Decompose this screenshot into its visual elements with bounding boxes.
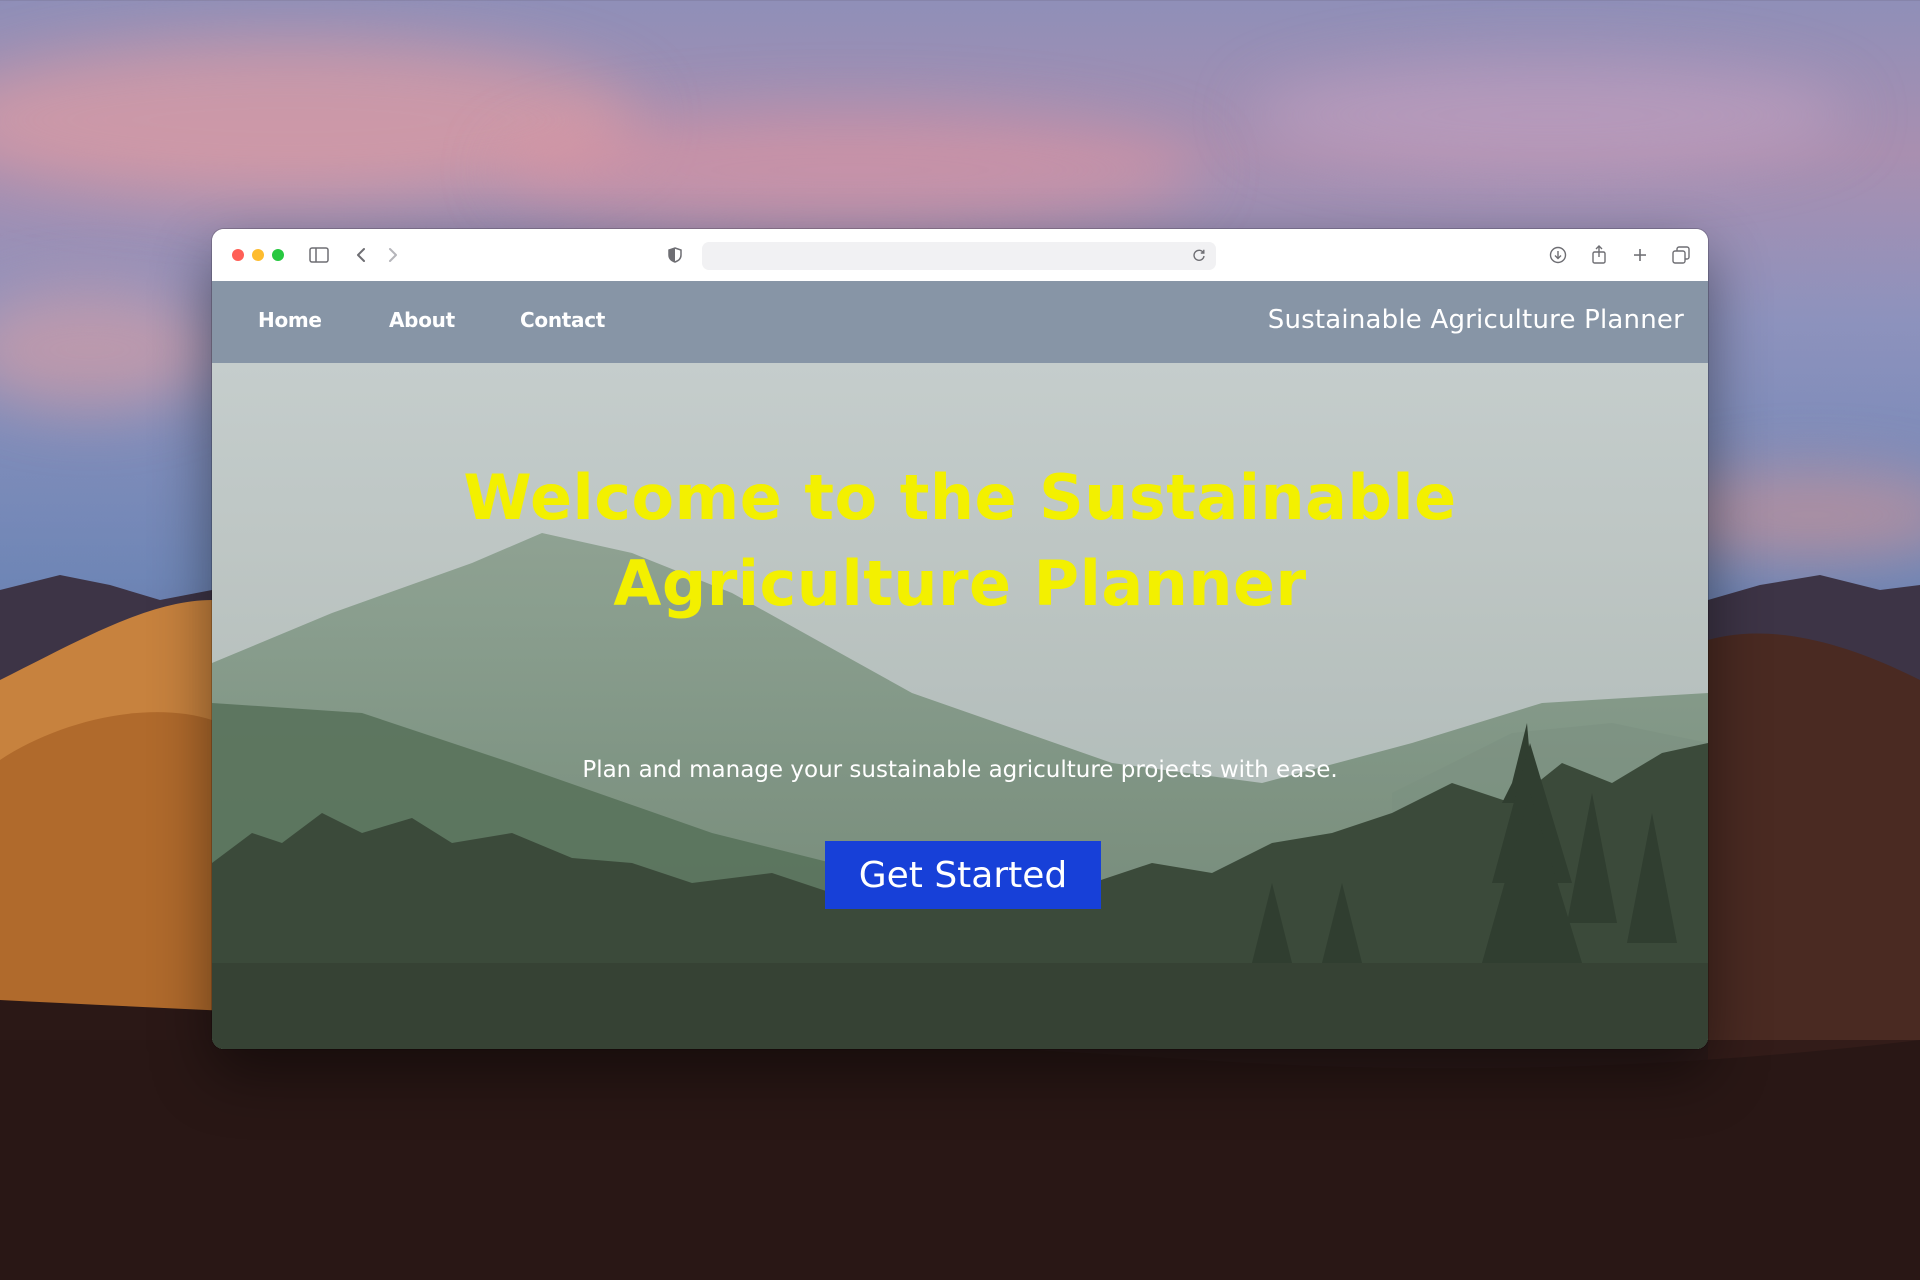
download-icon[interactable]: [1545, 242, 1571, 268]
nav-link-contact[interactable]: Contact: [520, 308, 605, 332]
site-title: Sustainable Agriculture Planner: [1267, 305, 1684, 335]
back-icon[interactable]: [348, 242, 374, 268]
minimize-window-button[interactable]: [252, 249, 264, 261]
web-page: Home About Contact Sustainable Agricultu…: [212, 281, 1708, 1049]
site-navbar: Home About Contact Sustainable Agricultu…: [212, 281, 1708, 363]
hero-title: Welcome to the Sustainable Agriculture P…: [463, 461, 1457, 620]
hero-content: Welcome to the Sustainable Agriculture P…: [212, 363, 1708, 1049]
nav-link-about[interactable]: About: [389, 308, 455, 332]
address-bar[interactable]: [702, 242, 1216, 270]
new-tab-icon[interactable]: [1627, 242, 1653, 268]
hero-section: Welcome to the Sustainable Agriculture P…: [212, 363, 1708, 1049]
share-icon[interactable]: [1586, 242, 1612, 268]
browser-window: Home About Contact Sustainable Agricultu…: [212, 229, 1708, 1049]
hero-subtitle: Plan and manage your sustainable agricul…: [582, 757, 1338, 783]
nav-link-home[interactable]: Home: [258, 308, 322, 332]
close-window-button[interactable]: [232, 249, 244, 261]
get-started-button[interactable]: Get Started: [825, 841, 1101, 909]
tabs-overview-icon[interactable]: [1668, 242, 1694, 268]
sidebar-icon[interactable]: [306, 242, 332, 268]
shield-icon[interactable]: [662, 242, 688, 268]
reload-icon[interactable]: [1192, 247, 1210, 265]
browser-toolbar: [212, 229, 1708, 282]
forward-icon[interactable]: [380, 242, 406, 268]
zoom-window-button[interactable]: [272, 249, 284, 261]
